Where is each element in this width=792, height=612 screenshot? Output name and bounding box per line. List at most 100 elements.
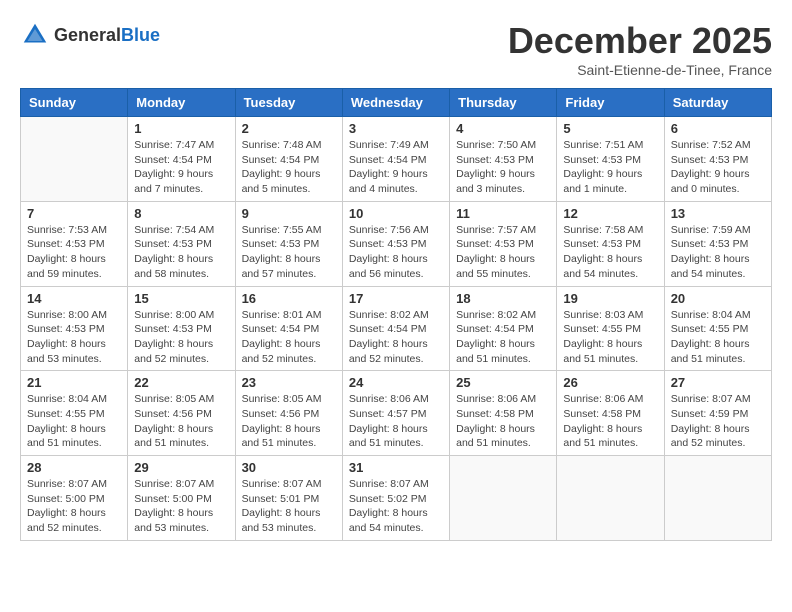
day-info: Sunrise: 7:54 AMSunset: 4:53 PMDaylight:… bbox=[134, 223, 228, 282]
day-info: Sunrise: 8:07 AMSunset: 5:00 PMDaylight:… bbox=[134, 477, 228, 536]
calendar-cell: 20 Sunrise: 8:04 AMSunset: 4:55 PMDayligh… bbox=[664, 286, 771, 371]
day-info: Sunrise: 8:07 AMSunset: 5:00 PMDaylight:… bbox=[27, 477, 121, 536]
day-info: Sunrise: 8:00 AMSunset: 4:53 PMDaylight:… bbox=[27, 308, 121, 367]
day-info: Sunrise: 7:48 AMSunset: 4:54 PMDaylight:… bbox=[242, 138, 336, 197]
day-number: 3 bbox=[349, 121, 443, 136]
calendar-cell: 8 Sunrise: 7:54 AMSunset: 4:53 PMDaylight… bbox=[128, 201, 235, 286]
day-number: 31 bbox=[349, 460, 443, 475]
day-number: 6 bbox=[671, 121, 765, 136]
weekday-header: Friday bbox=[557, 89, 664, 117]
title-area: December 2025 Saint-Etienne-de-Tinee, Fr… bbox=[508, 20, 772, 78]
day-info: Sunrise: 8:01 AMSunset: 4:54 PMDaylight:… bbox=[242, 308, 336, 367]
calendar-cell: 26 Sunrise: 8:06 AMSunset: 4:58 PMDayligh… bbox=[557, 371, 664, 456]
day-info: Sunrise: 8:06 AMSunset: 4:58 PMDaylight:… bbox=[563, 392, 657, 451]
day-info: Sunrise: 8:04 AMSunset: 4:55 PMDaylight:… bbox=[27, 392, 121, 451]
day-number: 8 bbox=[134, 206, 228, 221]
day-info: Sunrise: 8:07 AMSunset: 5:01 PMDaylight:… bbox=[242, 477, 336, 536]
weekday-header: Sunday bbox=[21, 89, 128, 117]
day-info: Sunrise: 8:00 AMSunset: 4:53 PMDaylight:… bbox=[134, 308, 228, 367]
day-info: Sunrise: 8:04 AMSunset: 4:55 PMDaylight:… bbox=[671, 308, 765, 367]
day-number: 23 bbox=[242, 375, 336, 390]
day-info: Sunrise: 8:06 AMSunset: 4:58 PMDaylight:… bbox=[456, 392, 550, 451]
calendar-cell: 31 Sunrise: 8:07 AMSunset: 5:02 PMDayligh… bbox=[342, 456, 449, 541]
day-info: Sunrise: 8:05 AMSunset: 4:56 PMDaylight:… bbox=[242, 392, 336, 451]
calendar-cell bbox=[557, 456, 664, 541]
day-number: 26 bbox=[563, 375, 657, 390]
location-subtitle: Saint-Etienne-de-Tinee, France bbox=[508, 62, 772, 78]
day-info: Sunrise: 8:06 AMSunset: 4:57 PMDaylight:… bbox=[349, 392, 443, 451]
calendar-cell bbox=[450, 456, 557, 541]
day-number: 30 bbox=[242, 460, 336, 475]
logo-blue: Blue bbox=[121, 25, 160, 45]
day-number: 20 bbox=[671, 291, 765, 306]
day-number: 11 bbox=[456, 206, 550, 221]
calendar-cell: 24Sunrise: 8:06 AMSunset: 4:57 PMDayligh… bbox=[342, 371, 449, 456]
calendar-cell bbox=[664, 456, 771, 541]
day-info: Sunrise: 8:07 AMSunset: 5:02 PMDaylight:… bbox=[349, 477, 443, 536]
day-info: Sunrise: 8:05 AMSunset: 4:56 PMDaylight:… bbox=[134, 392, 228, 451]
day-number: 7 bbox=[27, 206, 121, 221]
calendar-cell: 18 Sunrise: 8:02 AMSunset: 4:54 PMDayligh… bbox=[450, 286, 557, 371]
weekday-header: Tuesday bbox=[235, 89, 342, 117]
day-number: 16 bbox=[242, 291, 336, 306]
weekday-header: Saturday bbox=[664, 89, 771, 117]
calendar-cell: 22Sunrise: 8:05 AMSunset: 4:56 PMDayligh… bbox=[128, 371, 235, 456]
logo-general: General bbox=[54, 25, 121, 45]
day-number: 2 bbox=[242, 121, 336, 136]
calendar-cell: 29 Sunrise: 8:07 AMSunset: 5:00 PMDayligh… bbox=[128, 456, 235, 541]
day-info: Sunrise: 7:55 AMSunset: 4:53 PMDaylight:… bbox=[242, 223, 336, 282]
calendar-cell: 19Sunrise: 8:03 AMSunset: 4:55 PMDayligh… bbox=[557, 286, 664, 371]
day-info: Sunrise: 7:57 AMSunset: 4:53 PMDaylight:… bbox=[456, 223, 550, 282]
day-number: 19 bbox=[563, 291, 657, 306]
calendar-cell: 30 Sunrise: 8:07 AMSunset: 5:01 PMDayligh… bbox=[235, 456, 342, 541]
calendar-cell: 2 Sunrise: 7:48 AMSunset: 4:54 PMDaylight… bbox=[235, 117, 342, 202]
weekday-header: Monday bbox=[128, 89, 235, 117]
day-number: 17 bbox=[349, 291, 443, 306]
day-number: 29 bbox=[134, 460, 228, 475]
calendar-cell: 3 Sunrise: 7:49 AMSunset: 4:54 PMDaylight… bbox=[342, 117, 449, 202]
day-number: 15 bbox=[134, 291, 228, 306]
calendar-cell: 4Sunrise: 7:50 AMSunset: 4:53 PMDaylight… bbox=[450, 117, 557, 202]
day-info: Sunrise: 7:52 AMSunset: 4:53 PMDaylight:… bbox=[671, 138, 765, 197]
day-info: Sunrise: 8:07 AMSunset: 4:59 PMDaylight:… bbox=[671, 392, 765, 451]
calendar-cell: 13 Sunrise: 7:59 AMSunset: 4:53 PMDayligh… bbox=[664, 201, 771, 286]
calendar-week-row: 21 Sunrise: 8:04 AMSunset: 4:55 PMDayligh… bbox=[21, 371, 772, 456]
calendar-cell: 25 Sunrise: 8:06 AMSunset: 4:58 PMDayligh… bbox=[450, 371, 557, 456]
logo-text: GeneralBlue bbox=[54, 25, 160, 46]
calendar-week-row: 14Sunrise: 8:00 AMSunset: 4:53 PMDayligh… bbox=[21, 286, 772, 371]
calendar-cell: 11 Sunrise: 7:57 AMSunset: 4:53 PMDayligh… bbox=[450, 201, 557, 286]
day-info: Sunrise: 7:59 AMSunset: 4:53 PMDaylight:… bbox=[671, 223, 765, 282]
day-number: 12 bbox=[563, 206, 657, 221]
calendar-cell: 17Sunrise: 8:02 AMSunset: 4:54 PMDayligh… bbox=[342, 286, 449, 371]
day-info: Sunrise: 8:02 AMSunset: 4:54 PMDaylight:… bbox=[456, 308, 550, 367]
day-number: 27 bbox=[671, 375, 765, 390]
calendar-cell: 28 Sunrise: 8:07 AMSunset: 5:00 PMDayligh… bbox=[21, 456, 128, 541]
calendar-cell bbox=[21, 117, 128, 202]
day-info: Sunrise: 7:58 AMSunset: 4:53 PMDaylight:… bbox=[563, 223, 657, 282]
day-info: Sunrise: 7:51 AMSunset: 4:53 PMDaylight:… bbox=[563, 138, 657, 197]
day-info: Sunrise: 7:49 AMSunset: 4:54 PMDaylight:… bbox=[349, 138, 443, 197]
calendar-cell: 7 Sunrise: 7:53 AMSunset: 4:53 PMDaylight… bbox=[21, 201, 128, 286]
calendar-cell: 1 Sunrise: 7:47 AMSunset: 4:54 PMDaylight… bbox=[128, 117, 235, 202]
calendar-week-row: 1 Sunrise: 7:47 AMSunset: 4:54 PMDaylight… bbox=[21, 117, 772, 202]
calendar-cell: 21 Sunrise: 8:04 AMSunset: 4:55 PMDayligh… bbox=[21, 371, 128, 456]
day-info: Sunrise: 7:56 AMSunset: 4:53 PMDaylight:… bbox=[349, 223, 443, 282]
calendar-cell: 6 Sunrise: 7:52 AMSunset: 4:53 PMDaylight… bbox=[664, 117, 771, 202]
day-info: Sunrise: 7:47 AMSunset: 4:54 PMDaylight:… bbox=[134, 138, 228, 197]
calendar-table: SundayMondayTuesdayWednesdayThursdayFrid… bbox=[20, 88, 772, 541]
calendar-cell: 12 Sunrise: 7:58 AMSunset: 4:53 PMDayligh… bbox=[557, 201, 664, 286]
day-info: Sunrise: 7:53 AMSunset: 4:53 PMDaylight:… bbox=[27, 223, 121, 282]
calendar-week-row: 28 Sunrise: 8:07 AMSunset: 5:00 PMDayligh… bbox=[21, 456, 772, 541]
calendar-cell: 14Sunrise: 8:00 AMSunset: 4:53 PMDayligh… bbox=[21, 286, 128, 371]
day-number: 9 bbox=[242, 206, 336, 221]
page-header: GeneralBlue December 2025 Saint-Etienne-… bbox=[20, 20, 772, 78]
calendar-cell: 5Sunrise: 7:51 AMSunset: 4:53 PMDaylight… bbox=[557, 117, 664, 202]
day-number: 25 bbox=[456, 375, 550, 390]
day-number: 1 bbox=[134, 121, 228, 136]
day-number: 13 bbox=[671, 206, 765, 221]
weekday-header-row: SundayMondayTuesdayWednesdayThursdayFrid… bbox=[21, 89, 772, 117]
day-number: 18 bbox=[456, 291, 550, 306]
day-number: 28 bbox=[27, 460, 121, 475]
calendar-cell: 15 Sunrise: 8:00 AMSunset: 4:53 PMDayligh… bbox=[128, 286, 235, 371]
day-number: 21 bbox=[27, 375, 121, 390]
